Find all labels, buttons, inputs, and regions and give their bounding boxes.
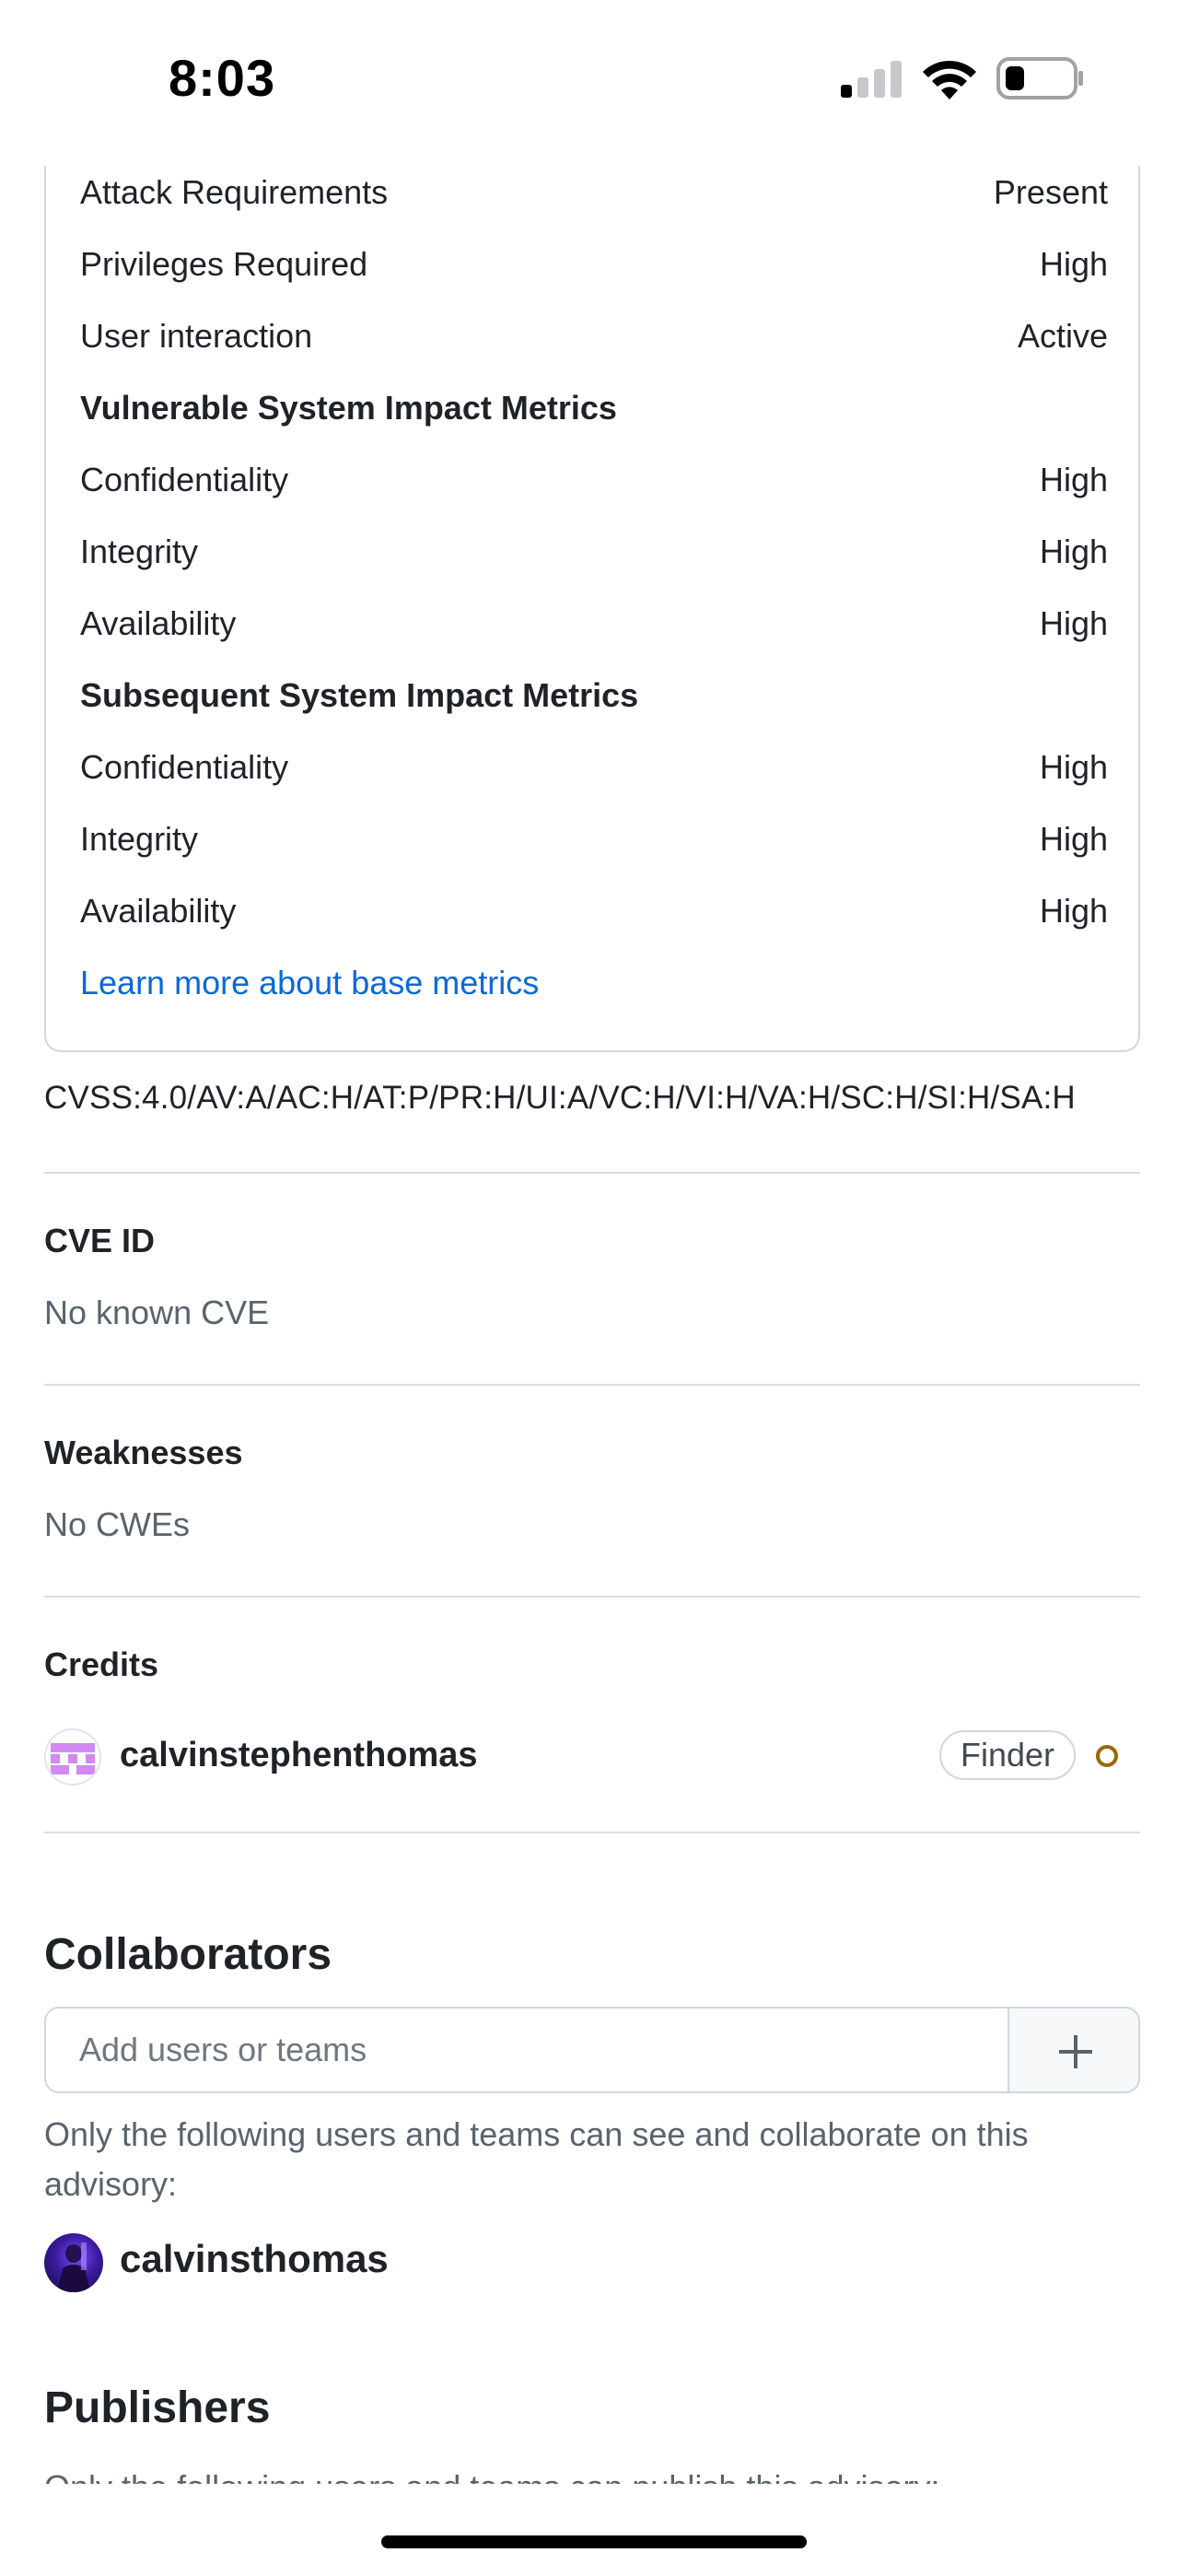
weaknesses-value: No CWEs (44, 1505, 191, 1543)
user-photo-icon (57, 2242, 90, 2292)
metric-row: Confidentiality High (80, 735, 1108, 807)
divider (44, 1172, 1140, 1174)
cvss-vector-string: CVSS:4.0/AV:A/AC:H/AT:P/PR:H/UI:A/VC:H/V… (44, 1080, 1076, 1116)
metric-value: High (1039, 245, 1108, 283)
metric-label: Integrity (80, 820, 199, 858)
metric-row: Confidentiality High (80, 448, 1108, 520)
metric-value: Present (993, 173, 1108, 211)
weaknesses-title: Weaknesses (44, 1434, 243, 1471)
metric-label: Availability (80, 892, 237, 930)
metric-row: Attack Requirements Present (80, 166, 1108, 232)
cve-id-title: CVE ID (44, 1222, 156, 1259)
pending-status-icon (1096, 1745, 1118, 1767)
identicon-icon (51, 1743, 95, 1774)
metric-row: Integrity High (80, 807, 1108, 879)
add-users-or-teams-input[interactable] (44, 2007, 1009, 2093)
divider (44, 1596, 1140, 1598)
divider (44, 1832, 1140, 1833)
learn-more-base-metrics-link[interactable]: Learn more about base metrics (80, 964, 539, 1002)
vulnerable-metrics-heading: Vulnerable System Impact Metrics (80, 389, 617, 427)
add-collaborator-button[interactable] (1007, 2007, 1140, 2093)
battery-icon (996, 57, 1083, 100)
finder-role-badge: Finder (939, 1730, 1076, 1780)
metric-label: Integrity (80, 533, 199, 570)
divider (44, 1384, 1140, 1386)
home-indicator[interactable] (381, 2535, 807, 2548)
status-time: 8:03 (169, 49, 276, 107)
metric-label: Availability (80, 604, 237, 642)
metric-value: High (1039, 604, 1108, 642)
metric-row: Integrity High (80, 520, 1108, 591)
metric-label: Confidentiality (80, 461, 289, 498)
metric-value: High (1039, 533, 1108, 570)
metric-row: User interaction Active (80, 304, 1108, 376)
collaborator-username[interactable]: calvinsthomas (120, 2237, 389, 2281)
collaborator-row: calvinsthomas (44, 2228, 1140, 2301)
credits-title: Credits (44, 1645, 159, 1683)
avatar[interactable] (44, 1728, 101, 1786)
plus-icon (1059, 2035, 1092, 2068)
cellular-signal-icon (841, 61, 902, 98)
metric-value: High (1039, 748, 1108, 786)
advisory-content: Attack Requirements Present Privileges R… (0, 166, 1188, 2488)
wifi-icon (923, 60, 976, 100)
metric-value: Active (1017, 317, 1108, 355)
metric-value: High (1039, 461, 1108, 498)
avatar[interactable] (44, 2233, 103, 2292)
publishers-description: Only the following users and teams can p… (44, 2464, 940, 2484)
metric-label: Privileges Required (80, 245, 368, 283)
credit-username[interactable]: calvinstephenthomas (120, 1736, 478, 1775)
cve-id-value: No known CVE (44, 1294, 270, 1331)
metric-row: Availability High (80, 879, 1108, 951)
metric-value: High (1039, 892, 1108, 930)
metric-row: Availability High (80, 591, 1108, 663)
metric-label: Confidentiality (80, 748, 289, 786)
metric-value: High (1039, 820, 1108, 858)
collaborators-description: Only the following users and teams can s… (44, 2115, 1029, 2203)
metric-label: User interaction (80, 317, 313, 355)
collaborators-title: Collaborators (44, 1930, 332, 1979)
publishers-title: Publishers (44, 2383, 271, 2432)
status-bar: 8:03 (0, 0, 1188, 166)
metric-label: Attack Requirements (80, 173, 389, 211)
metric-row: Privileges Required High (80, 232, 1108, 304)
credit-row: calvinstephenthomas Finder (44, 1723, 1140, 1797)
subsequent-metrics-heading: Subsequent System Impact Metrics (80, 676, 639, 714)
